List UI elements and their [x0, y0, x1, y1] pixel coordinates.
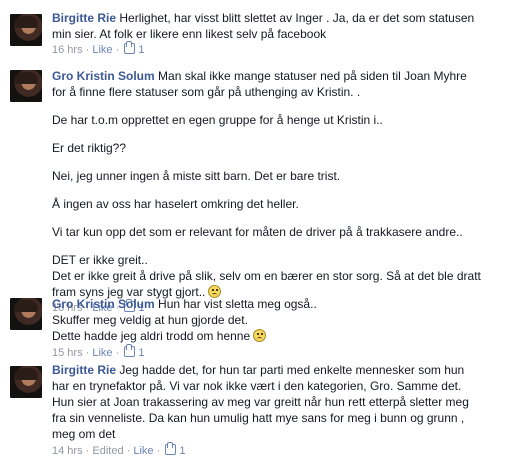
edited-link[interactable]: Edited: [92, 445, 123, 457]
avatar[interactable]: [10, 70, 42, 102]
author-name[interactable]: Gro Kristin Solum: [52, 297, 155, 311]
comment-text: Birgitte Rie Herlighet, har visst blitt …: [52, 11, 475, 25]
comment-meta: 15 hrs · Like · 1: [52, 344, 145, 359]
thumbs-up-icon: [165, 442, 177, 455]
like-button[interactable]: Like: [133, 445, 153, 457]
comment-meta: 14 hrs · Edited · Like · 1: [52, 442, 186, 457]
thumbs-up-icon: [124, 344, 136, 357]
timestamp[interactable]: 14 hrs: [52, 445, 83, 457]
like-count[interactable]: 1: [138, 44, 144, 56]
like-button[interactable]: Like: [92, 347, 112, 359]
timestamp[interactable]: 15 hrs: [52, 347, 83, 359]
comment-meta: 16 hrs · Like · 1: [52, 41, 145, 56]
avatar[interactable]: [10, 298, 42, 330]
timestamp[interactable]: 16 hrs: [52, 44, 83, 56]
like-button[interactable]: Like: [92, 44, 112, 56]
author-name[interactable]: Gro Kristin Solum: [52, 69, 155, 83]
avatar[interactable]: [10, 366, 42, 398]
thumbs-up-icon: [124, 41, 136, 54]
like-count[interactable]: 1: [138, 347, 144, 359]
avatar[interactable]: [10, 14, 42, 46]
like-count[interactable]: 1: [179, 445, 185, 457]
author-name[interactable]: Birgitte Rie: [52, 363, 116, 377]
author-name[interactable]: Birgitte Rie: [52, 11, 116, 25]
frown-emoticon-icon: [253, 329, 267, 342]
